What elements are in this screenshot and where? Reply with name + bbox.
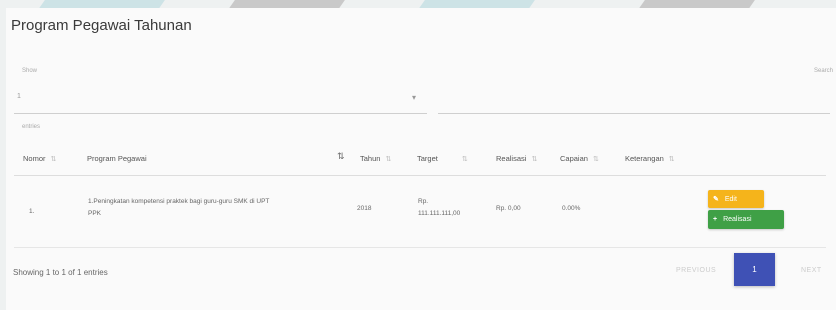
sort-icon: ⇅ <box>668 156 675 163</box>
search-input[interactable] <box>438 113 830 114</box>
search-label: Search <box>814 68 834 74</box>
show-label: Show <box>22 68 38 74</box>
column-header-nomor[interactable]: Nomor ⇅ <box>23 154 56 163</box>
column-header-keterangan[interactable]: Keterangan ⇅ <box>625 154 675 163</box>
cell-program-line1: 1.Peningkatan kompetensi praktek bagi gu… <box>88 198 270 205</box>
entries-label: entries <box>22 124 41 130</box>
sort-active-icon: ⇅ <box>337 151 345 161</box>
chevron-down-icon[interactable]: ▾ <box>412 93 416 102</box>
cell-nomor: 1. <box>29 208 35 215</box>
entries-select[interactable] <box>14 113 427 114</box>
page-title: Program Pegawai Tahunan <box>11 17 192 34</box>
edit-button[interactable]: ✎ Edit <box>708 190 764 208</box>
cell-realisasi: Rp. 0,00 <box>496 205 521 212</box>
column-header-target[interactable]: Target ⇅ <box>417 154 468 163</box>
sort-icon: ⇅ <box>461 156 468 163</box>
sort-icon: ⇅ <box>592 156 599 163</box>
page-1-button[interactable]: 1 <box>734 253 775 286</box>
previous-page-button[interactable]: PREVIOUS <box>676 267 716 274</box>
header-divider <box>14 175 826 176</box>
table-info: Showing 1 to 1 of 1 entries <box>13 268 108 277</box>
cell-capaian: 0.00% <box>562 205 581 212</box>
column-header-realisasi[interactable]: Realisasi ⇅ <box>496 154 537 163</box>
cell-program-line2: PPK <box>88 210 102 217</box>
sort-icon: ⇅ <box>385 156 392 163</box>
sort-icon: ⇅ <box>50 156 57 163</box>
column-header-capaian[interactable]: Capaian ⇅ <box>560 154 599 163</box>
pencil-icon: ✎ <box>713 196 719 203</box>
cell-tahun: 2018 <box>357 205 372 212</box>
column-header-tahun[interactable]: Tahun ⇅ <box>360 154 391 163</box>
sort-icon: ⇅ <box>531 156 538 163</box>
cell-target-line1: Rp. <box>418 198 429 205</box>
next-page-button[interactable]: NEXT <box>801 267 822 274</box>
entries-select-value[interactable]: 1 <box>17 93 21 100</box>
plus-icon: + <box>713 216 718 223</box>
column-header-program-pegawai[interactable]: Program Pegawai <box>87 154 147 163</box>
realisasi-button[interactable]: + Realisasi <box>708 210 784 229</box>
cell-target-line2: 111.111.111,00 <box>418 210 461 217</box>
row-divider <box>14 247 826 248</box>
